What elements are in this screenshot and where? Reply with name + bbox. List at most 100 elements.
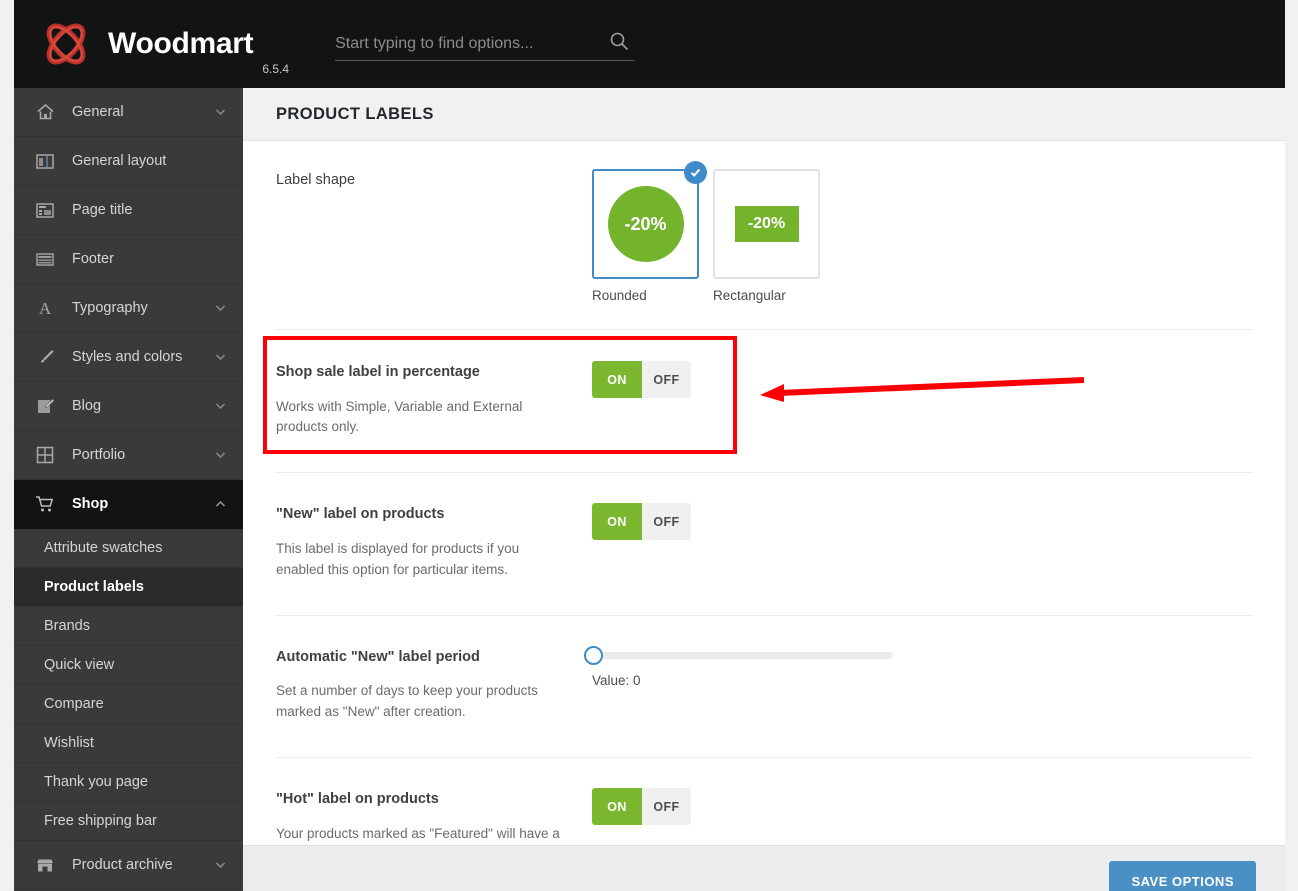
- sidebar-item-label: Typography: [72, 300, 148, 316]
- admin-window: Woodmart 6.5.4 General: [14, 0, 1285, 891]
- sidebar-item-page-title[interactable]: Page title: [14, 186, 243, 235]
- sidebar-item-quick-view[interactable]: Quick view: [14, 646, 243, 685]
- option-caption: Rectangular: [713, 288, 786, 303]
- sidebar-item-label: Quick view: [44, 657, 115, 673]
- field-right: ON OFF: [576, 361, 1252, 398]
- toggle-off-button[interactable]: OFF: [642, 788, 691, 826]
- field-description: This label is displayed for products if …: [276, 540, 520, 577]
- top-bar: Woodmart 6.5.4: [14, 0, 1285, 88]
- hot-label-toggle[interactable]: ON OFF: [592, 788, 691, 826]
- slider-track[interactable]: [584, 645, 893, 665]
- sidebar-item-general[interactable]: General: [14, 88, 243, 137]
- screenshot-root: Woodmart 6.5.4 General: [0, 0, 1298, 891]
- sidebar-item-product-archive[interactable]: Product archive: [14, 841, 243, 890]
- field-new-label-period: Automatic "New" label period Set a numbe…: [276, 616, 1252, 759]
- field-left: Label shape: [276, 169, 576, 191]
- toggle-off-button[interactable]: OFF: [642, 361, 691, 398]
- field-right: ON OFF: [576, 503, 1252, 541]
- sidebar-item-label: Page title: [72, 202, 133, 218]
- sidebar-item-label: Shop: [72, 496, 109, 512]
- panel-header: PRODUCT LABELS: [243, 88, 1285, 141]
- blog-icon: [32, 395, 58, 417]
- sale-percentage-toggle[interactable]: ON OFF: [592, 361, 691, 398]
- chevron-down-icon: [214, 351, 227, 364]
- field-label-shape: Label shape -20% Rounded -20% Rectangula…: [276, 141, 1252, 330]
- field-title: Label shape: [276, 172, 356, 188]
- chevron-down-icon: [214, 859, 227, 872]
- option-preview: -20%: [713, 169, 820, 279]
- main-panel: PRODUCT LABELS Label shape -20% Rounded …: [243, 88, 1285, 891]
- label-shape-option-rounded[interactable]: -20% Rounded: [592, 161, 707, 303]
- footer-icon: [32, 248, 58, 270]
- cart-icon: [32, 493, 58, 515]
- typography-icon: A: [32, 297, 58, 319]
- field-left: Shop sale label in percentage Works with…: [276, 361, 576, 438]
- toggle-on-button[interactable]: ON: [592, 503, 642, 541]
- sidebar-item-brands[interactable]: Brands: [14, 607, 243, 646]
- sidebar-item-portfolio[interactable]: Portfolio: [14, 431, 243, 480]
- search-input[interactable]: [335, 28, 591, 59]
- option-preview: -20%: [592, 161, 707, 279]
- sidebar-item-general-layout[interactable]: General layout: [14, 137, 243, 186]
- portfolio-icon: [32, 444, 58, 466]
- save-options-button[interactable]: SAVE OPTIONS: [1109, 861, 1256, 891]
- new-label-toggle[interactable]: ON OFF: [592, 503, 691, 541]
- new-period-slider[interactable]: Value: 0: [584, 645, 1252, 688]
- chevron-down-icon: [214, 302, 227, 315]
- sidebar-item-shop[interactable]: Shop: [14, 480, 243, 529]
- page-title: PRODUCT LABELS: [276, 104, 434, 123]
- field-new-label: "New" label on products This label is di…: [276, 473, 1252, 616]
- sidebar-item-label: Blog: [72, 398, 102, 414]
- sidebar-item-label: Wishlist: [44, 735, 94, 751]
- sidebar-item-blog[interactable]: Blog: [14, 382, 243, 431]
- field-title: "New" label on products: [276, 506, 445, 523]
- field-right: Value: 0: [576, 645, 1252, 688]
- label-shape-option-rectangular[interactable]: -20% Rectangular: [713, 169, 820, 303]
- toggle-off-button[interactable]: OFF: [642, 503, 691, 541]
- search-box[interactable]: [335, 27, 636, 61]
- brush-icon: [32, 346, 58, 368]
- sidebar-item-thank-you-page[interactable]: Thank you page: [14, 763, 243, 802]
- discount-badge-preview: -20%: [607, 186, 684, 262]
- chevron-down-icon: [214, 400, 227, 413]
- chevron-up-icon: [214, 498, 227, 511]
- sidebar-item-attribute-swatches[interactable]: Attribute swatches: [14, 529, 243, 568]
- sidebar-item-label: General: [72, 104, 124, 120]
- sidebar-item-wishlist[interactable]: Wishlist: [14, 724, 243, 763]
- field-left: Automatic "New" label period Set a numbe…: [276, 646, 576, 723]
- slider-handle[interactable]: [584, 645, 603, 665]
- label-shape-options: -20% Rounded -20% Rectangular: [592, 161, 1252, 303]
- toggle-on-button[interactable]: ON: [592, 361, 642, 398]
- brand-title: Woodmart: [108, 27, 254, 60]
- settings-list: Label shape -20% Rounded -20% Rectangula…: [243, 141, 1285, 891]
- sidebar-item-label: Attribute swatches: [44, 540, 163, 556]
- layout-icon: [32, 150, 58, 172]
- field-right: -20% Rounded -20% Rectangular: [576, 161, 1252, 303]
- home-icon: [32, 101, 58, 123]
- sidebar-item-footer[interactable]: Footer: [14, 235, 243, 284]
- check-icon: [684, 161, 707, 184]
- sidebar-item-label: Portfolio: [72, 447, 126, 463]
- version-label: 6.5.4: [262, 62, 290, 76]
- sidebar-item-label: Product archive: [72, 857, 173, 873]
- sidebar-item-compare[interactable]: Compare: [14, 685, 243, 724]
- field-title: Automatic "New" label period: [276, 648, 480, 665]
- sidebar-item-free-shipping-bar[interactable]: Free shipping bar: [14, 802, 243, 841]
- sidebar-item-label: Product labels: [44, 579, 144, 595]
- page-title-icon: [32, 199, 58, 221]
- panel-footer: SAVE OPTIONS: [243, 845, 1285, 891]
- sidebar-item-label: General layout: [72, 153, 167, 169]
- sidebar-item-styles-and-colors[interactable]: Styles and colors: [14, 333, 243, 382]
- toggle-on-button[interactable]: ON: [592, 788, 642, 826]
- option-caption: Rounded: [592, 288, 647, 303]
- search-icon[interactable]: [609, 31, 629, 51]
- store-icon: [32, 854, 58, 876]
- chevron-down-icon: [214, 106, 227, 119]
- field-description: Set a number of days to keep your produc…: [276, 683, 538, 720]
- chevron-down-icon: [214, 449, 227, 462]
- sidebar-item-typography[interactable]: A Typography: [14, 284, 243, 333]
- field-title: Shop sale label in percentage: [276, 364, 480, 380]
- sidebar-item-label: Styles and colors: [72, 349, 183, 365]
- sidebar-item-product-labels[interactable]: Product labels: [14, 568, 243, 607]
- slider-value-label: Value: 0: [592, 672, 641, 688]
